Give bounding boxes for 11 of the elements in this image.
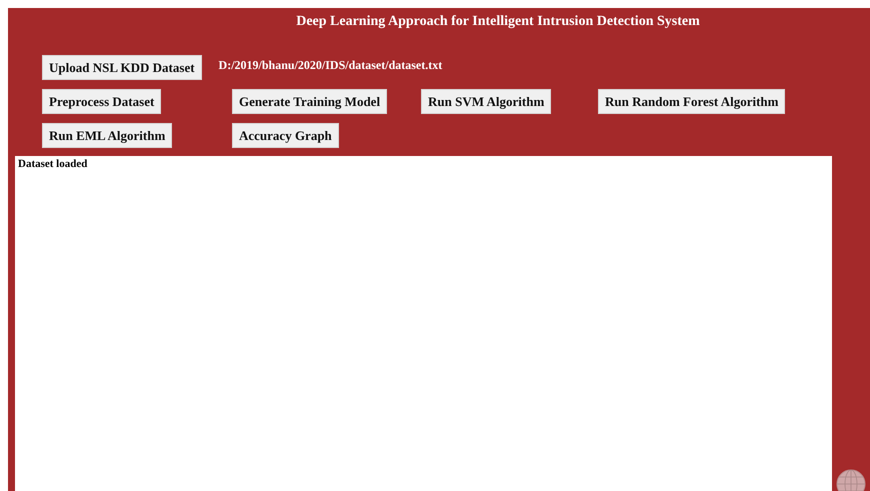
action-button[interactable]: Preprocess Dataset: [42, 89, 162, 114]
window-title: Deep Learning Approach for Intelligent Intrusion Detection System: [295, 14, 701, 30]
output-text: Dataset loaded: [18, 158, 88, 170]
action-button[interactable]: Run Random Forest Algorithm: [598, 89, 786, 114]
action-button[interactable]: Run EML Algorithm: [42, 123, 172, 148]
action-button[interactable]: Run SVM Algorithm: [421, 89, 552, 114]
action-button[interactable]: Generate Training Model: [232, 89, 388, 114]
action-button[interactable]: Accuracy Graph: [232, 123, 339, 148]
upload-button[interactable]: Upload NSL KDD Dataset: [42, 55, 202, 80]
globe-icon: [836, 469, 866, 491]
dataset-path: D:/2019/bhanu/2020/IDS/dataset/dataset.txt: [218, 58, 442, 72]
